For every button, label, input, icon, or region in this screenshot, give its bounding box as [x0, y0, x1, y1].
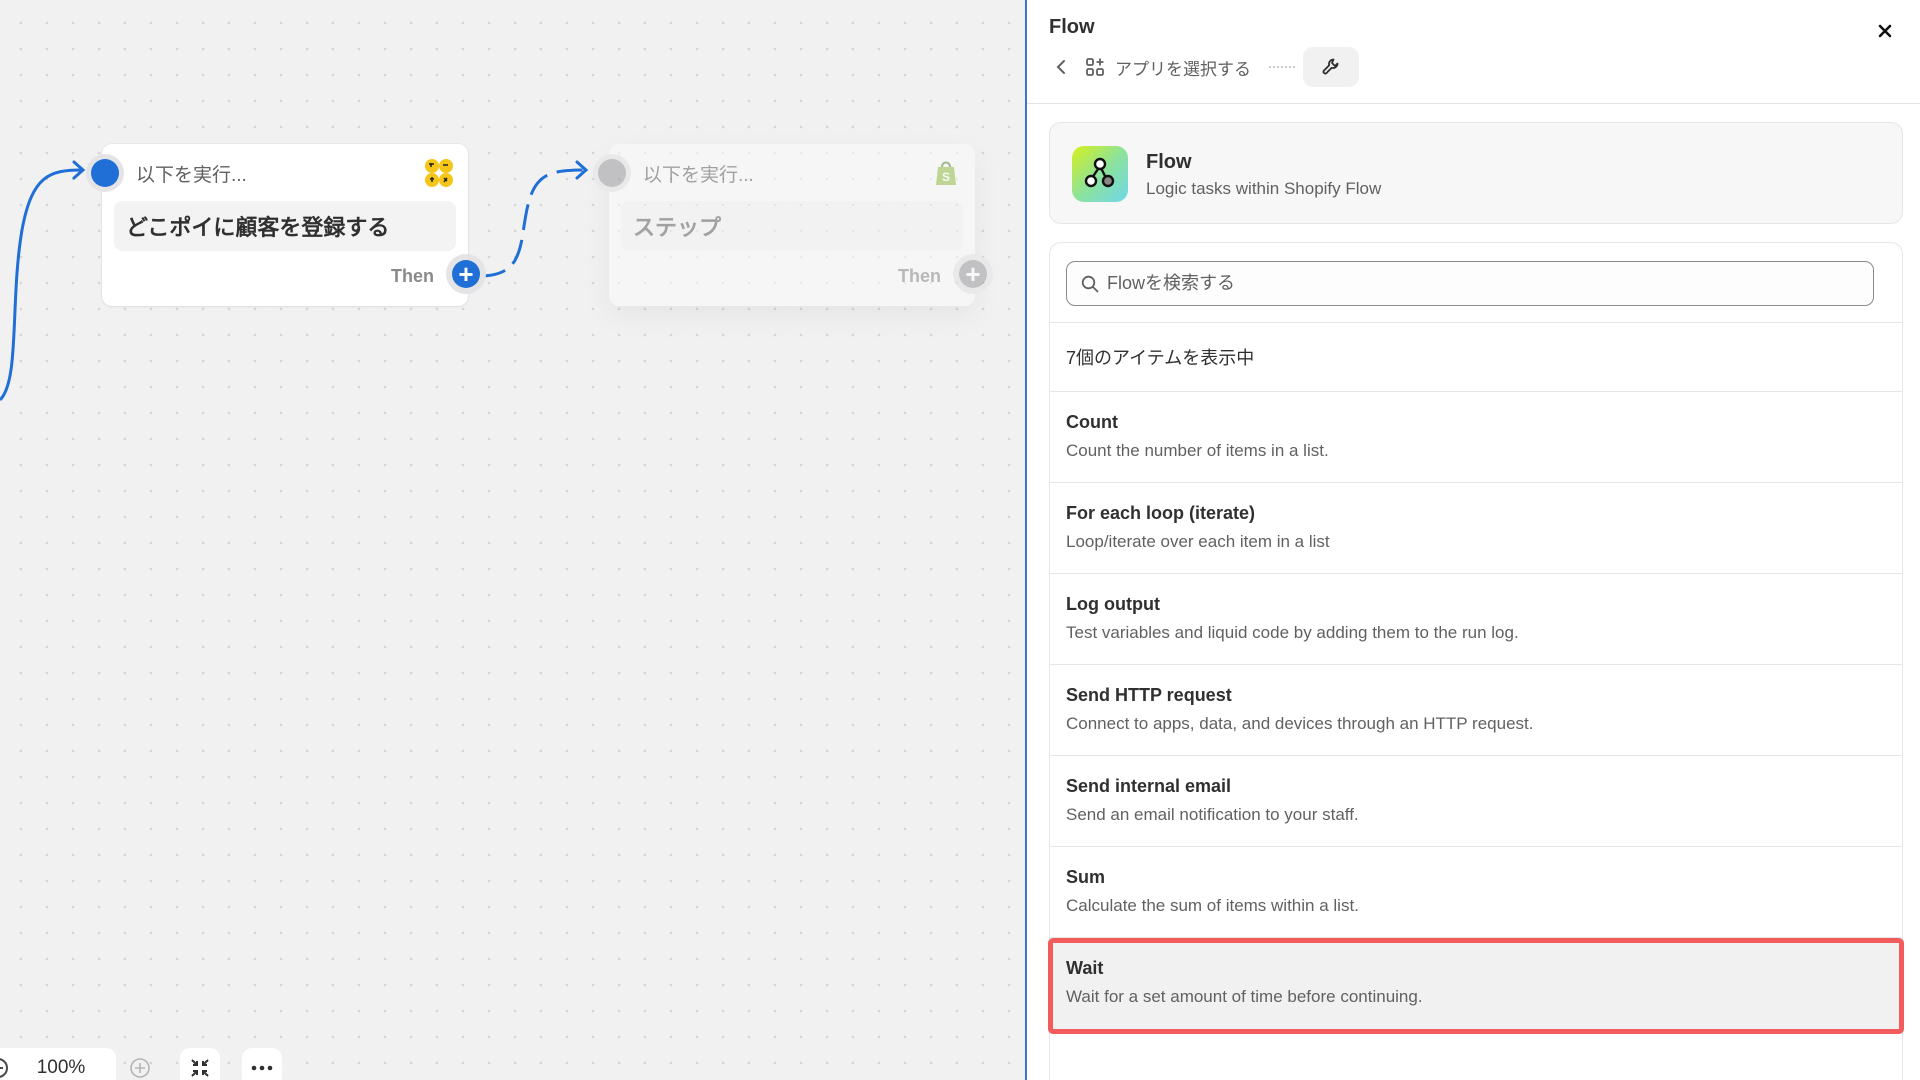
action-title: For each loop (iterate) — [1066, 503, 1256, 523]
action-item-send-http-request[interactable]: Send HTTP request Connect to apps, data,… — [1050, 665, 1902, 756]
flow-node-placeholder[interactable]: 以下を実行... S ステップ Then + — [593, 144, 993, 306]
plus-icon: + — [452, 260, 480, 288]
then-label: Then — [391, 266, 434, 286]
pending-connector — [479, 168, 586, 278]
action-description: Send an email notification to your staff… — [1066, 805, 1359, 824]
zoom-in-button[interactable] — [122, 1050, 158, 1080]
app-name: Flow — [1146, 151, 1192, 173]
action-title: Sum — [1066, 867, 1106, 887]
action-item-for-each[interactable]: For each loop (iterate) Loop/iterate ove… — [1050, 483, 1902, 574]
action-title: Send internal email — [1066, 776, 1232, 796]
input-port[interactable] — [86, 154, 124, 192]
action-item-sum[interactable]: Sum Calculate the sum of items within a … — [1050, 847, 1902, 938]
collapse-arrows-icon — [191, 1059, 209, 1077]
flow-canvas[interactable]: 以下を実行... どこポイに顧客を登録する Then + 以下を実行... S … — [0, 0, 1025, 1080]
add-step-button[interactable]: + — [953, 254, 993, 294]
action-item-wait[interactable]: Wait Wait for a set amount of time befor… — [1048, 938, 1904, 1034]
node-header: 以下を実行... — [643, 165, 754, 186]
close-icon — [1878, 24, 1892, 38]
action-description: Calculate the sum of items within a list… — [1066, 896, 1359, 915]
breadcrumb-separator — [1269, 66, 1295, 68]
node-title: どこポイに顧客を登録する — [114, 201, 456, 251]
add-step-button[interactable]: + — [446, 254, 486, 294]
node-title: ステップ — [621, 201, 963, 251]
action-title: Send HTTP request — [1066, 685, 1232, 705]
breadcrumb-action-step[interactable] — [1303, 47, 1359, 87]
action-description: Test variables and liquid code by adding… — [1066, 623, 1519, 642]
svg-text:S: S — [942, 170, 950, 184]
action-title: Count — [1066, 412, 1118, 432]
fit-view-button[interactable] — [180, 1048, 220, 1080]
action-title: Log output — [1066, 594, 1160, 614]
flow-app-logo — [1072, 146, 1128, 202]
zoom-out-button[interactable] — [0, 1050, 16, 1080]
search-field[interactable] — [1066, 261, 1874, 306]
zoom-level: 100% — [36, 1057, 86, 1078]
result-count: 7個のアイテムを表示中 — [1050, 323, 1902, 392]
action-description: Count the number of items in a list. — [1066, 441, 1329, 460]
chevron-left-icon — [1056, 60, 1065, 74]
action-description: Connect to apps, data, and devices throu… — [1066, 714, 1534, 733]
then-label: Then — [898, 266, 941, 286]
panel-title: Flow — [1049, 16, 1095, 38]
shopify-bag-icon: S — [936, 161, 956, 185]
flow-node-dokopoi[interactable]: 以下を実行... どこポイに顧客を登録する Then + — [86, 144, 486, 306]
pending-arrowhead — [575, 160, 589, 180]
incoming-connector — [0, 168, 83, 402]
incoming-arrowhead — [72, 160, 86, 180]
input-port[interactable] — [593, 154, 631, 192]
app-description: Logic tasks within Shopify Flow — [1146, 179, 1382, 198]
dokopoi-app-icon — [425, 159, 453, 187]
search-section — [1050, 243, 1902, 323]
zoom-controls: 100% — [0, 1048, 282, 1080]
breadcrumb-select-app[interactable]: アプリを選択する — [1085, 55, 1251, 80]
zoom-group: 100% — [0, 1048, 116, 1080]
breadcrumb-label: アプリを選択する — [1115, 59, 1251, 79]
apps-grid-icon — [1086, 58, 1104, 76]
node-header: 以下を実行... — [136, 165, 247, 186]
action-list: 7個のアイテムを表示中 Count Count the number of it… — [1048, 242, 1904, 1080]
action-item-log-output[interactable]: Log output Test variables and liquid cod… — [1050, 574, 1902, 665]
selected-app-card: Flow Logic tasks within Shopify Flow — [1049, 122, 1903, 224]
plus-circle-icon — [130, 1058, 150, 1078]
action-description: Wait for a set amount of time before con… — [1066, 987, 1423, 1006]
plus-icon: + — [959, 260, 987, 288]
action-picker-panel: Flow アプリを選択する Flow Logic tasks within Sh… — [1025, 0, 1920, 1080]
flow-logo-icon — [1084, 157, 1115, 188]
panel-header: Flow アプリを選択する — [1027, 0, 1920, 104]
wrench-icon — [1322, 58, 1339, 75]
ellipsis-icon — [251, 1065, 273, 1071]
more-options-button[interactable] — [242, 1048, 282, 1080]
action-item-send-internal-email[interactable]: Send internal email Send an email notifi… — [1050, 756, 1902, 847]
back-button[interactable] — [1049, 51, 1073, 83]
close-button[interactable] — [1872, 18, 1898, 44]
action-item-count[interactable]: Count Count the number of items in a lis… — [1050, 392, 1902, 483]
search-input[interactable] — [1107, 273, 1847, 294]
breadcrumb: アプリを選択する — [1049, 47, 1359, 87]
action-title: Wait — [1066, 958, 1104, 978]
action-description: Loop/iterate over each item in a list — [1066, 532, 1330, 551]
minus-circle-icon — [0, 1058, 8, 1078]
search-icon — [1081, 275, 1099, 292]
